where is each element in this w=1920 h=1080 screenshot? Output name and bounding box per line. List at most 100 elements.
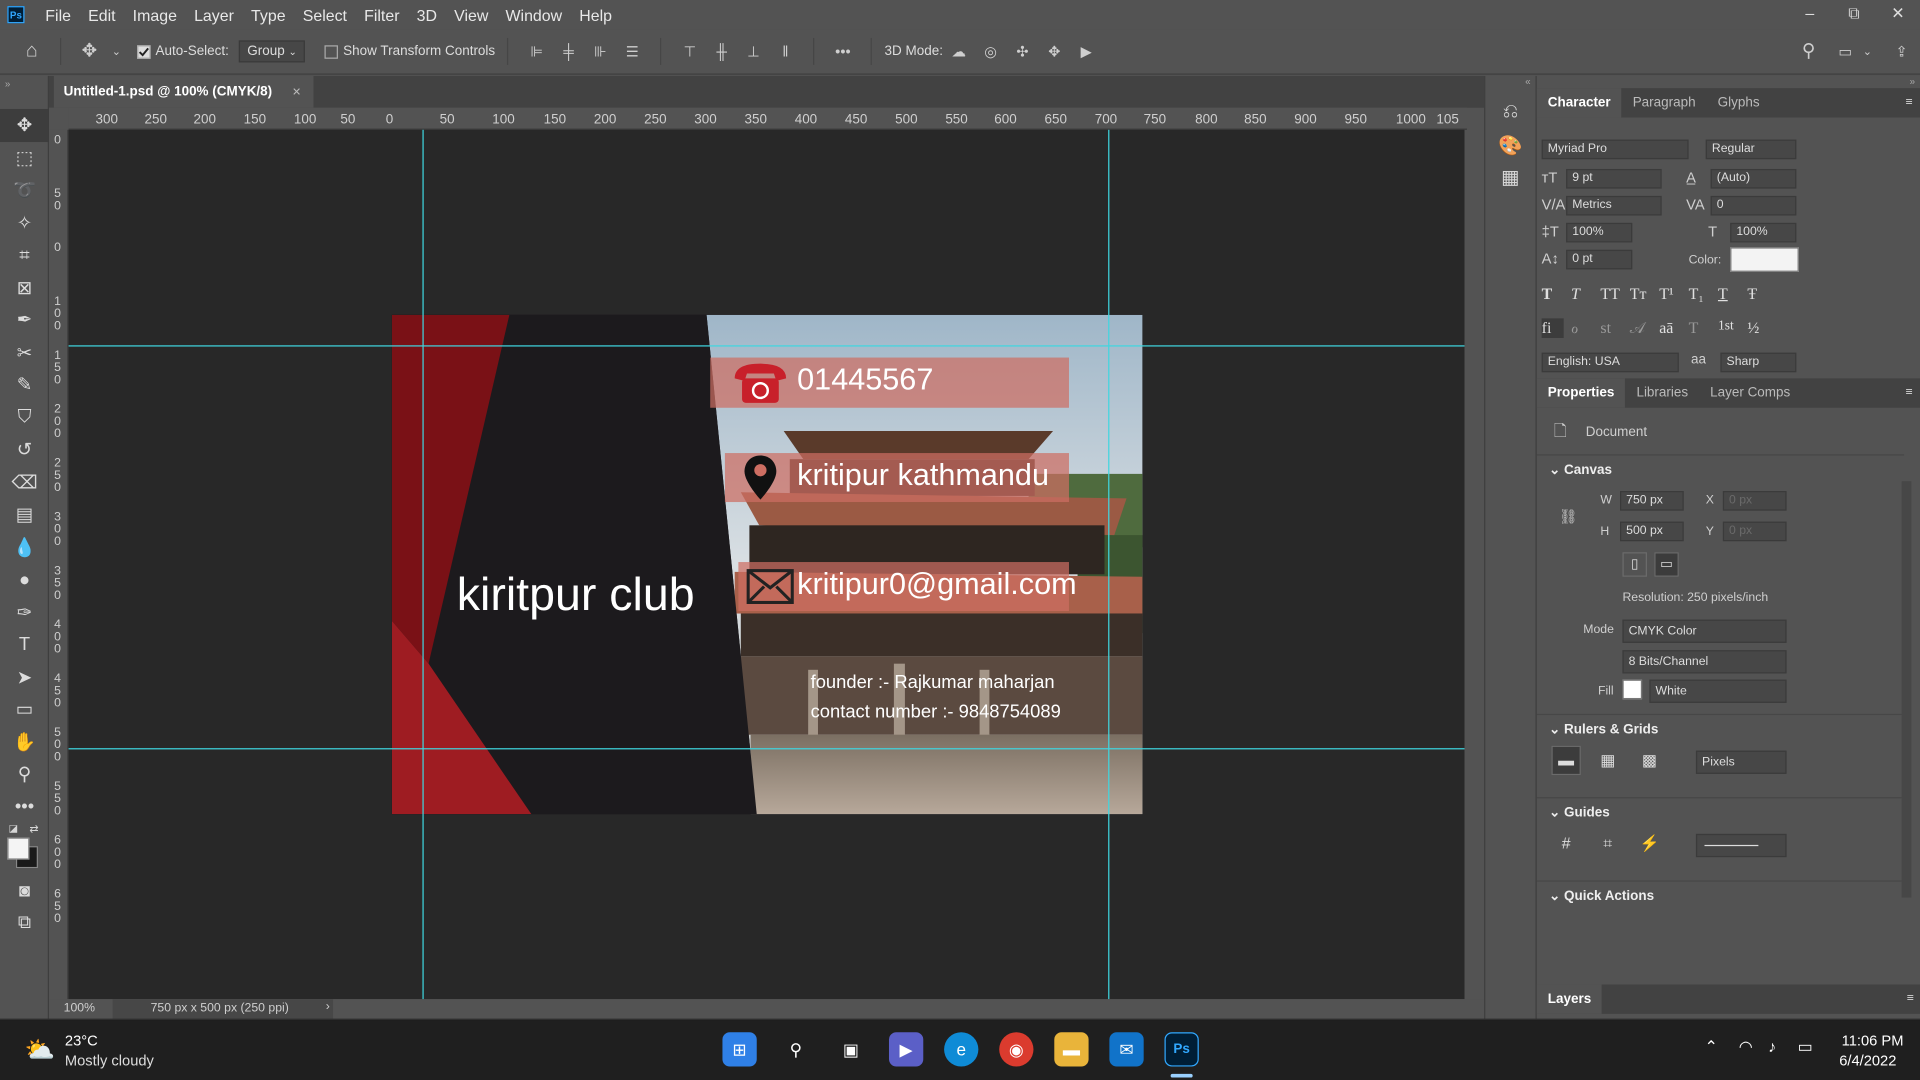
magic-wand-tool-icon[interactable]: ✧ [0, 206, 49, 238]
menu-edit[interactable]: Edit [80, 6, 125, 24]
business-card-artwork[interactable]: 01445567 kritipur kathmandu kritipur0@gm… [391, 314, 1143, 815]
scrollbar[interactable] [1901, 481, 1912, 898]
menu-type[interactable]: Type [242, 6, 294, 24]
history-panel-icon[interactable]: ⎌ [1485, 102, 1535, 124]
menu-window[interactable]: Window [497, 6, 571, 24]
kerning-select[interactable]: Metrics [1566, 195, 1662, 216]
dodge-tool-icon[interactable]: ● [0, 563, 49, 595]
share-icon[interactable]: ⇪ [1892, 43, 1912, 60]
menu-filter[interactable]: Filter [356, 6, 409, 24]
portrait-orientation-icon[interactable]: ▯ [1622, 552, 1647, 577]
default-colors-icon[interactable]: ◪ [9, 823, 18, 834]
screen-mode-icon[interactable]: ⧉ [0, 907, 49, 939]
chevron-right-icon[interactable]: › [326, 1000, 330, 1013]
vertical-guide[interactable] [1108, 129, 1110, 1000]
all-caps-button[interactable]: TT [1600, 284, 1622, 304]
document-tab[interactable]: Untitled-1.psd @ 100% (CMYK/8) ✕ [53, 75, 314, 108]
language-select[interactable]: English: USA [1541, 352, 1679, 373]
clock-time[interactable]: 11:06 PM [1842, 1032, 1904, 1049]
video-camera-icon[interactable]: ▶ [1076, 43, 1096, 60]
tab-layers[interactable]: Layers [1536, 984, 1603, 1014]
panel-menu-icon[interactable]: ≡ [1898, 88, 1920, 117]
link-dimensions-icon[interactable]: ⛓ [1559, 508, 1578, 525]
horizontal-guide[interactable] [68, 748, 1465, 750]
panel-menu-icon[interactable]: ≡ [1899, 984, 1920, 1013]
align-right-icon[interactable]: ⊪ [591, 43, 611, 60]
slide-3d-icon[interactable]: ✥ [1045, 43, 1065, 60]
vertical-ruler[interactable]: 0 50 0 100 150 200 250 300 350 400 450 500 550 600 650 [48, 129, 69, 1000]
wifi-icon[interactable]: ◠ [1739, 1037, 1753, 1057]
discretionary-ligatures-button[interactable]: ℴ [1571, 318, 1593, 338]
hand-tool-icon[interactable]: ✋ [0, 726, 49, 758]
fill-select[interactable]: White [1649, 679, 1787, 703]
shape-tool-icon[interactable]: ▭ [0, 693, 49, 725]
task-view-icon[interactable]: ▣ [834, 1032, 868, 1066]
file-explorer-icon[interactable]: ▬ [1054, 1032, 1089, 1067]
workspace-icon[interactable]: ▭ [1836, 43, 1856, 60]
marquee-tool-icon[interactable]: ⬚ [0, 141, 49, 173]
fill-swatch[interactable] [1622, 679, 1643, 700]
weather-cloud-icon[interactable]: ⛅ [24, 1035, 54, 1066]
height-field[interactable]: 500 px [1620, 521, 1684, 542]
chevron-down-icon[interactable]: ⌄ [111, 43, 121, 60]
swatches-panel-icon[interactable]: ▦ [1485, 165, 1535, 189]
font-family-select[interactable]: Myriad Pro [1541, 139, 1689, 160]
ordinal-button[interactable]: 1st [1718, 318, 1740, 338]
ordinals-button[interactable]: T [1689, 318, 1711, 338]
orbit-3d-icon[interactable]: ☁ [949, 43, 969, 60]
ligatures-button[interactable]: fi [1541, 318, 1564, 338]
grid-toggle-icon[interactable]: ▦ [1593, 746, 1622, 775]
tab-properties[interactable]: Properties [1536, 378, 1626, 408]
restore-button[interactable]: ⧉ [1832, 0, 1876, 29]
search-icon[interactable]: ⚲ [779, 1032, 813, 1066]
eraser-tool-icon[interactable]: ⌫ [0, 466, 49, 498]
minimize-button[interactable]: – [1788, 0, 1832, 29]
tab-character[interactable]: Character [1536, 88, 1622, 118]
clone-stamp-tool-icon[interactable]: ⛉ [0, 401, 49, 433]
strikethrough-button[interactable]: Ŧ [1747, 284, 1769, 304]
menu-layer[interactable]: Layer [186, 6, 243, 24]
font-size-field[interactable]: 9 pt [1566, 168, 1662, 189]
photoshop-taskbar-icon[interactable]: Ps [1164, 1032, 1199, 1067]
superscript-button[interactable]: T¹ [1659, 284, 1681, 304]
width-field[interactable]: 750 px [1620, 491, 1684, 511]
blur-tool-icon[interactable]: 💧 [0, 531, 49, 563]
vertical-scale-field[interactable]: 100% [1566, 222, 1633, 243]
canvas-section-header[interactable]: ⌄ Canvas [1549, 462, 1612, 478]
stylistic-alternates-button[interactable]: st [1600, 318, 1622, 338]
panel-menu-icon[interactable]: ≡ [1898, 378, 1920, 407]
healing-brush-tool-icon[interactable]: ✂ [0, 336, 49, 368]
show-transform-controls-checkbox[interactable]: Show Transform Controls [324, 44, 495, 59]
zoom-level[interactable]: 100% [64, 1002, 95, 1015]
anti-aliasing-select[interactable]: Sharp [1720, 352, 1797, 373]
pixel-grid-toggle-icon[interactable]: ▩ [1635, 746, 1664, 775]
font-style-select[interactable]: Regular [1705, 139, 1797, 160]
collapse-icon[interactable]: « [1485, 76, 1535, 87]
ruler-units-select[interactable]: Pixels [1695, 750, 1787, 774]
rulers-grids-section-header[interactable]: ⌄ Rulers & Grids [1549, 721, 1658, 737]
menu-3d[interactable]: 3D [408, 6, 446, 24]
quick-mask-icon[interactable]: ◙ [0, 874, 49, 906]
vertical-guide[interactable] [422, 129, 424, 1000]
auto-select-target-dropdown[interactable]: Group ⌄ [238, 40, 306, 63]
windows-start-icon[interactable]: ⊞ [722, 1032, 757, 1067]
color-mode-select[interactable]: CMYK Color [1622, 619, 1787, 643]
text-color-swatch[interactable] [1730, 247, 1799, 272]
crop-tool-icon[interactable]: ⌗ [0, 239, 49, 271]
eyedropper-tool-icon[interactable]: ✒ [0, 304, 49, 336]
menu-image[interactable]: Image [124, 6, 185, 24]
guides-section-header[interactable]: ⌄ Guides [1549, 804, 1610, 821]
mail-icon[interactable]: ✉ [1109, 1032, 1144, 1067]
more-options-icon[interactable]: ••• [833, 43, 853, 60]
quick-actions-section-header[interactable]: ⌄ Quick Actions [1549, 888, 1654, 904]
horizontal-ruler[interactable]: 300 250 200 150 100 50 0 50 100 150 200 250 300 350 40… [68, 107, 1467, 130]
faux-bold-button[interactable]: T [1542, 284, 1564, 304]
distribute-horizontal-icon[interactable]: ☰ [623, 43, 643, 60]
type-tool-icon[interactable]: T [0, 628, 49, 660]
align-bottom-icon[interactable]: ⊥ [744, 43, 764, 60]
color-swatches[interactable]: ◪ ⇄ [0, 823, 48, 874]
brush-tool-icon[interactable]: ✎ [0, 369, 49, 401]
menu-file[interactable]: File [37, 6, 80, 24]
lasso-tool-icon[interactable]: ➰ [0, 174, 49, 206]
faux-italic-button[interactable]: T [1571, 284, 1593, 304]
